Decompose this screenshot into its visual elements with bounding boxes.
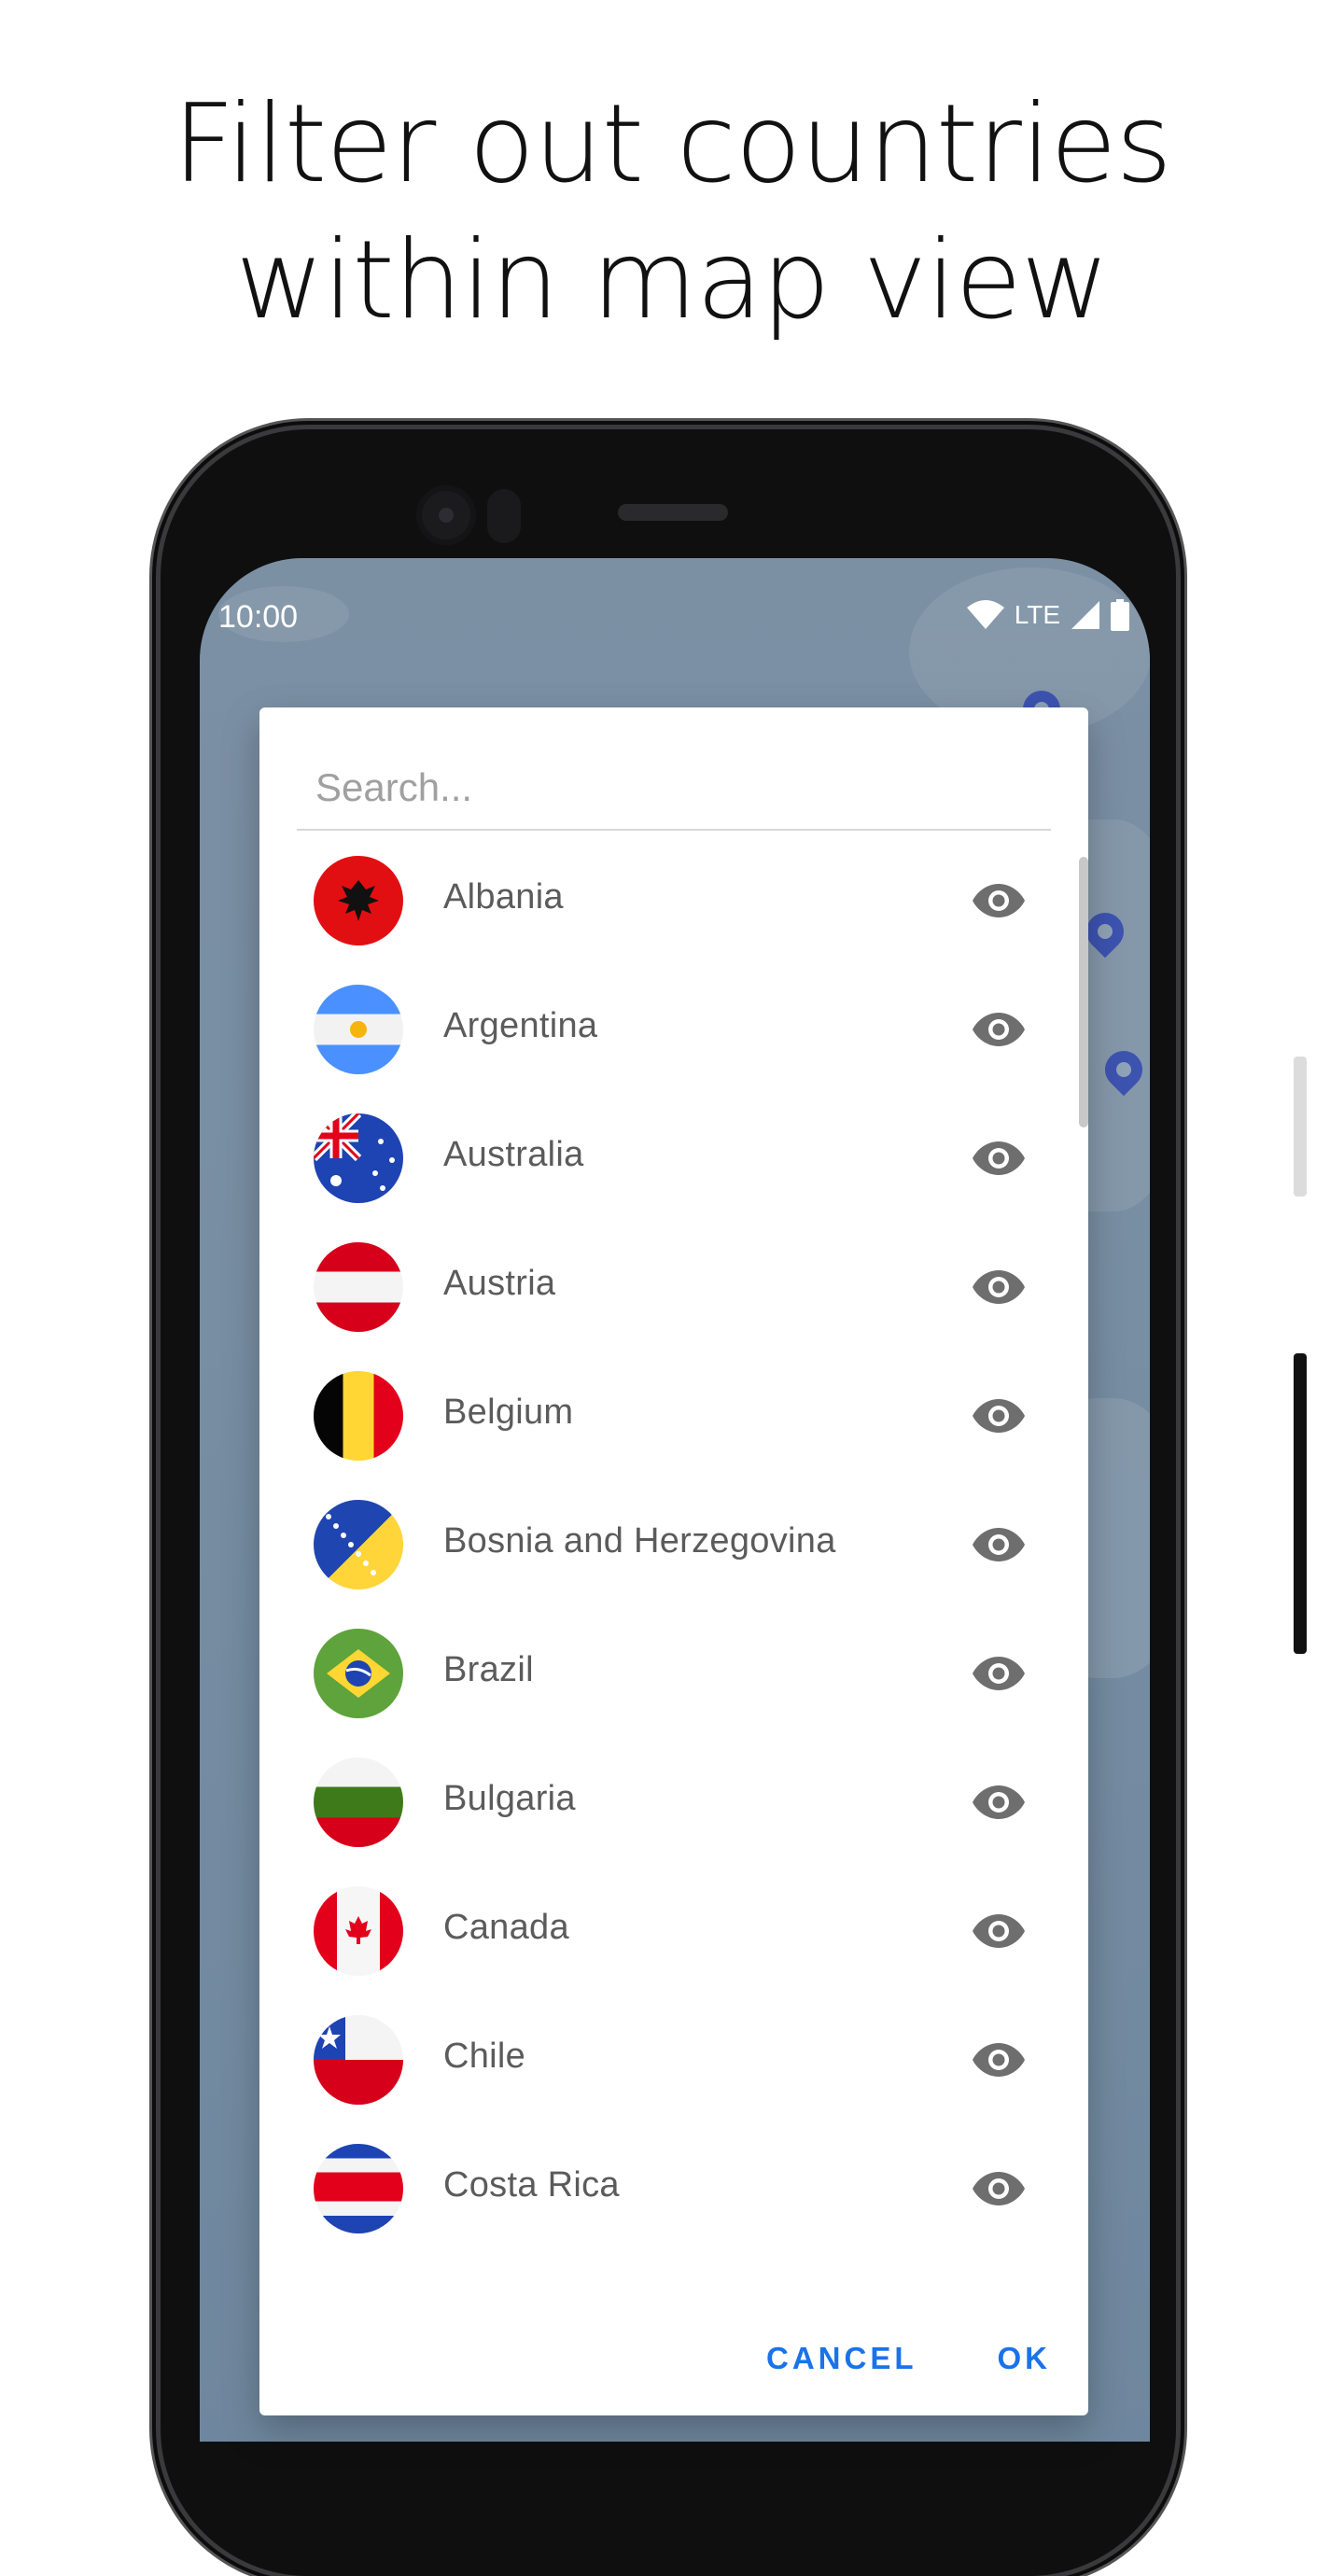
network-type: LTE xyxy=(1014,600,1060,629)
country-name: Costa Rica xyxy=(443,2165,620,2205)
albania-flag-icon xyxy=(314,856,403,945)
country-row-albania[interactable]: Albania xyxy=(259,836,1088,965)
country-name: Brazil xyxy=(443,1650,534,1689)
country-row-australia[interactable]: Australia xyxy=(259,1094,1088,1223)
brazil-flag-icon xyxy=(314,1629,403,1718)
eye-icon[interactable] xyxy=(972,1782,1026,1823)
eye-icon[interactable] xyxy=(972,1653,1026,1694)
australia-flag-icon xyxy=(314,1113,403,1203)
volume-button xyxy=(1294,1057,1307,1197)
eye-icon[interactable] xyxy=(972,2168,1026,2209)
search-input[interactable] xyxy=(297,747,1051,831)
cancel-button[interactable]: CANCEL xyxy=(766,2341,917,2376)
country-row-austria[interactable]: Austria xyxy=(259,1223,1088,1351)
headline: Filter out countries within map view xyxy=(0,77,1344,349)
country-name: Australia xyxy=(443,1135,584,1174)
canada-flag-icon xyxy=(314,1886,403,1976)
signal-icon xyxy=(1071,601,1099,629)
eye-icon[interactable] xyxy=(972,1009,1026,1050)
country-row-bulgaria[interactable]: Bulgaria xyxy=(259,1738,1088,1867)
eye-icon[interactable] xyxy=(972,1138,1026,1179)
front-camera-icon xyxy=(416,485,476,545)
country-filter-dialog: Albania Argentina xyxy=(259,707,1088,2415)
country-row-brazil[interactable]: Brazil xyxy=(259,1609,1088,1738)
country-name: Bulgaria xyxy=(443,1779,576,1818)
proximity-sensor xyxy=(487,489,521,543)
headline-line-2: within map view xyxy=(235,217,1109,343)
country-row-bosnia[interactable]: Bosnia and Herzegovina xyxy=(259,1480,1088,1609)
bosnia-flag-icon xyxy=(314,1500,403,1589)
country-name: Canada xyxy=(443,1908,569,1947)
country-name: Belgium xyxy=(443,1393,574,1432)
country-name: Austria xyxy=(443,1264,556,1303)
eye-icon[interactable] xyxy=(972,1911,1026,1952)
country-name: Argentina xyxy=(443,1006,598,1045)
country-row-belgium[interactable]: Belgium xyxy=(259,1351,1088,1480)
austria-flag-icon xyxy=(314,1242,403,1332)
battery-icon xyxy=(1111,599,1129,631)
headline-line-1: Filter out countries xyxy=(173,81,1172,207)
country-name: Chile xyxy=(443,2037,526,2076)
chile-flag-icon xyxy=(314,2015,403,2105)
eye-icon[interactable] xyxy=(972,1267,1026,1308)
power-button xyxy=(1294,1353,1307,1654)
eye-icon[interactable] xyxy=(972,880,1026,921)
wifi-icon xyxy=(966,600,1004,629)
belgium-flag-icon xyxy=(314,1371,403,1461)
status-bar: 10:00 LTE xyxy=(200,558,1150,670)
country-row-argentina[interactable]: Argentina xyxy=(259,965,1088,1094)
country-name: Bosnia and Herzegovina xyxy=(443,1521,836,1561)
dialog-actions: CANCEL OK xyxy=(766,2341,1051,2376)
country-row-chile[interactable]: Chile xyxy=(259,1995,1088,2124)
earpiece-speaker xyxy=(618,504,728,521)
bulgaria-flag-icon xyxy=(314,1757,403,1847)
costa-rica-flag-icon xyxy=(314,2144,403,2233)
status-time: 10:00 xyxy=(218,599,299,635)
country-list: Albania Argentina Australia Austria Belg… xyxy=(259,836,1088,2253)
argentina-flag-icon xyxy=(314,985,403,1074)
country-row-canada[interactable]: Canada xyxy=(259,1867,1088,1995)
eye-icon[interactable] xyxy=(972,2039,1026,2080)
eye-icon[interactable] xyxy=(972,1524,1026,1565)
status-icons: LTE xyxy=(966,599,1129,631)
country-name: Albania xyxy=(443,877,564,917)
ok-button[interactable]: OK xyxy=(998,2341,1052,2376)
eye-icon[interactable] xyxy=(972,1395,1026,1436)
country-row-costa-rica[interactable]: Costa Rica xyxy=(259,2124,1088,2253)
